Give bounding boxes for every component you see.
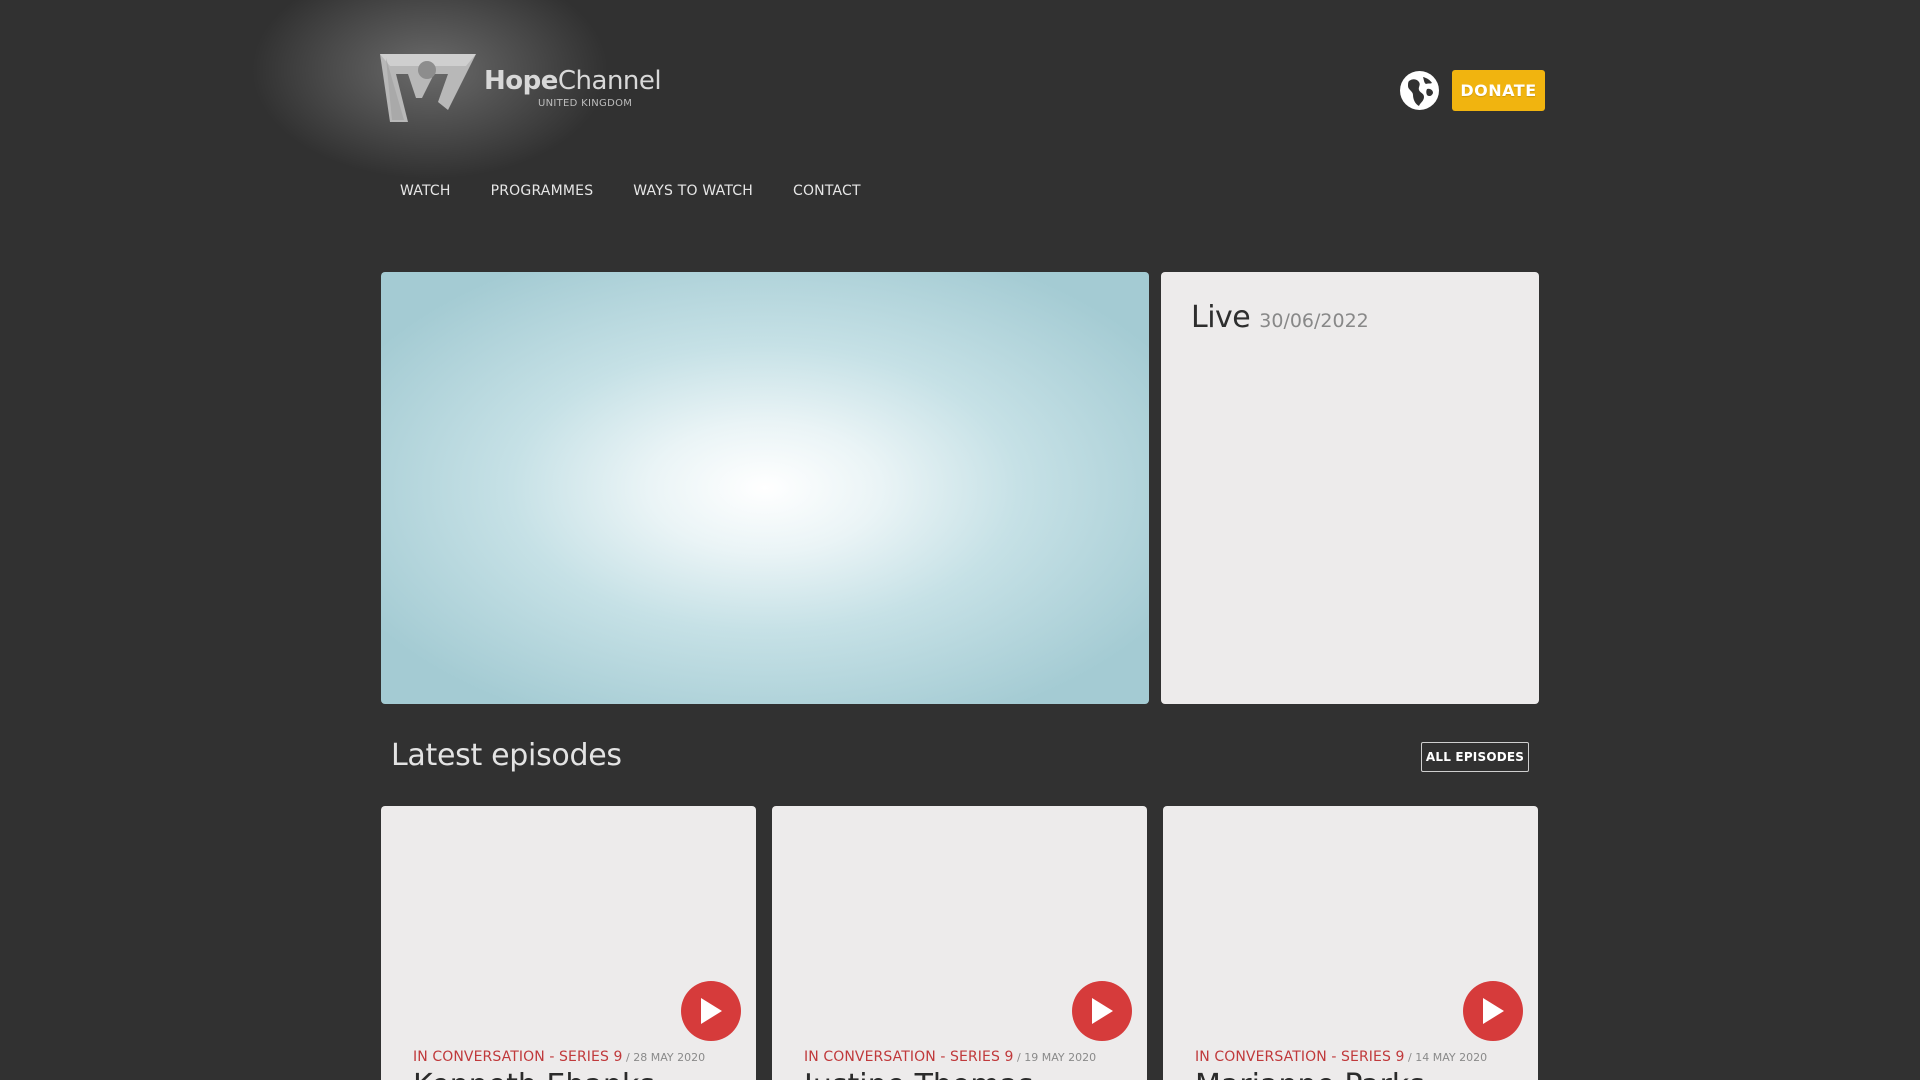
- episode-meta: IN CONVERSATION - SERIES 9 / 14 MAY 2020: [1195, 1046, 1487, 1065]
- episode-meta: IN CONVERSATION - SERIES 9 / 19 MAY 2020: [804, 1046, 1096, 1065]
- logo-word-bold: Hope: [484, 65, 558, 96]
- episode-title[interactable]: Justine Thomas: [804, 1068, 1034, 1080]
- live-title: Live: [1191, 300, 1251, 335]
- logo-text: HopeChannel UNITED KINGDOM: [484, 65, 662, 109]
- live-schedule-panel: Live 30/06/2022: [1161, 272, 1539, 704]
- episode-date: / 14 MAY 2020: [1404, 1051, 1488, 1064]
- episode-meta: IN CONVERSATION - SERIES 9 / 28 MAY 2020: [413, 1046, 705, 1065]
- episode-card[interactable]: IN CONVERSATION - SERIES 9 / 19 MAY 2020…: [772, 806, 1147, 1080]
- logo-wordmark: HopeChannel: [484, 65, 662, 96]
- logo-mark-icon: [380, 54, 476, 122]
- live-date: 30/06/2022: [1259, 310, 1369, 332]
- live-video-player[interactable]: [381, 272, 1149, 704]
- globe-icon[interactable]: [1400, 71, 1439, 110]
- play-triangle-icon: [1483, 998, 1504, 1024]
- globe-glyph-icon: [1401, 72, 1438, 109]
- episode-series[interactable]: IN CONVERSATION - SERIES 9: [804, 1049, 1014, 1065]
- donate-button[interactable]: DONATE: [1452, 70, 1545, 111]
- nav-item-contact[interactable]: CONTACT: [773, 180, 881, 202]
- episode-card[interactable]: IN CONVERSATION - SERIES 9 / 14 MAY 2020…: [1163, 806, 1538, 1080]
- nav-item-ways-to-watch[interactable]: WAYS TO WATCH: [613, 180, 773, 202]
- play-triangle-icon: [701, 998, 722, 1024]
- play-icon[interactable]: [1463, 981, 1523, 1041]
- nav-item-watch[interactable]: WATCH: [380, 180, 471, 202]
- page: HopeChannel UNITED KINGDOM DONATE WATCH …: [0, 0, 1920, 1080]
- logo-word-light: Channel: [557, 65, 662, 96]
- episode-title[interactable]: Kenneth Ebanks: [413, 1068, 655, 1080]
- latest-episodes-title: Latest episodes: [391, 738, 622, 773]
- episode-series[interactable]: IN CONVERSATION - SERIES 9: [1195, 1049, 1405, 1065]
- all-episodes-button[interactable]: ALL EPISODES: [1421, 742, 1529, 772]
- episode-title[interactable]: Marianne Parks: [1195, 1068, 1425, 1080]
- hope-channel-logo[interactable]: HopeChannel UNITED KINGDOM: [378, 52, 662, 124]
- play-icon[interactable]: [681, 981, 741, 1041]
- episode-series[interactable]: IN CONVERSATION - SERIES 9: [413, 1049, 623, 1065]
- logo-subtitle: UNITED KINGDOM: [538, 97, 633, 109]
- episode-date: / 28 MAY 2020: [622, 1051, 706, 1064]
- main-nav: WATCH PROGRAMMES WAYS TO WATCH CONTACT: [380, 180, 881, 202]
- live-heading: Live 30/06/2022: [1191, 300, 1369, 335]
- nav-item-programmes[interactable]: PROGRAMMES: [471, 180, 614, 202]
- play-icon[interactable]: [1072, 981, 1132, 1041]
- episode-date: / 19 MAY 2020: [1013, 1051, 1097, 1064]
- episode-card[interactable]: IN CONVERSATION - SERIES 9 / 28 MAY 2020…: [381, 806, 756, 1080]
- play-triangle-icon: [1092, 998, 1113, 1024]
